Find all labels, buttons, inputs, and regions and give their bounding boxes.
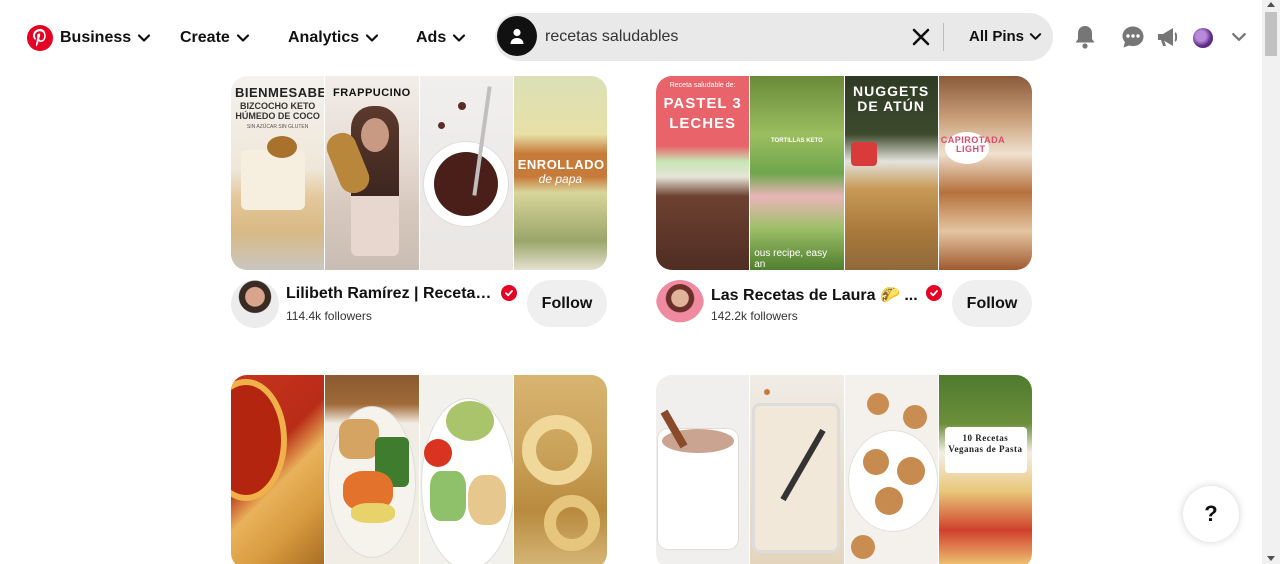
chevron-down-icon: [138, 34, 151, 42]
board-card-info: Las Recetas de Laura 🌮 ... 142.2k follow…: [656, 278, 1032, 338]
pin-caption: NUGGETS DE ATÚN: [853, 83, 930, 115]
pin-note: ous recipe, easy an: [754, 248, 828, 270]
profile-avatar[interactable]: [1193, 28, 1213, 48]
pin-caption: BIENMESABE: [235, 85, 325, 100]
pin-image: ENROLLADO de papa: [513, 76, 607, 270]
clear-search-icon[interactable]: [911, 27, 931, 47]
pin-image: [419, 76, 513, 270]
pin-subcaption: BIZCOCHO KETO HÚMEDO DE COCO: [235, 101, 320, 121]
board-collage[interactable]: 10 Recetas Veganas de Pasta: [656, 375, 1032, 564]
chevron-down-icon: [236, 34, 249, 42]
nav-analytics[interactable]: Analytics: [288, 27, 379, 49]
verified-badge-icon: [926, 285, 942, 301]
board-card[interactable]: Receta saludable de: PASTEL 3 LECHES TOR…: [656, 76, 1032, 338]
follow-button[interactable]: Follow: [527, 280, 607, 327]
pin-caption: ENROLLADO: [517, 157, 605, 172]
pin-image: [750, 375, 844, 564]
pin-image: 10 Recetas Veganas de Pasta: [938, 375, 1032, 564]
board-card[interactable]: BIENMESABE BIZCOCHO KETO HÚMEDO DE COCO …: [231, 76, 607, 338]
pin-image: Receta saludable de: PASTEL 3 LECHES: [656, 76, 750, 270]
pin-image: [231, 375, 325, 564]
pin-subcaption: Receta saludable de:: [669, 82, 736, 89]
megaphone-icon[interactable]: [1155, 24, 1181, 50]
board-card[interactable]: [231, 375, 607, 564]
board-card-info: Lilibeth Ramírez | Recetas... 114.4k fol…: [231, 278, 607, 338]
pin-caption: CAPIROTADA LIGHT: [940, 135, 1006, 154]
pin-image: FRAPPUCINO: [325, 76, 419, 270]
board-collage[interactable]: [231, 375, 607, 564]
accounts-chevron-down-icon[interactable]: [1226, 24, 1252, 50]
top-navigation: Business Create Analytics Ads All Pins: [0, 0, 1262, 76]
search-filter-label: All Pins: [969, 28, 1025, 45]
nav-business[interactable]: Business: [60, 27, 151, 49]
verified-badge-icon: [501, 285, 517, 301]
messages-icon[interactable]: [1120, 24, 1146, 50]
pin-image: CAPIROTADA LIGHT: [938, 76, 1032, 270]
help-button[interactable]: ?: [1183, 486, 1239, 542]
creator-name[interactable]: Lilibeth Ramírez | Recetas...: [286, 285, 496, 303]
search-divider: [943, 23, 944, 51]
search-filter-dropdown[interactable]: All Pins: [969, 28, 1042, 45]
board-collage[interactable]: Receta saludable de: PASTEL 3 LECHES TOR…: [656, 76, 1032, 270]
follow-button[interactable]: Follow: [952, 280, 1032, 327]
nav-create[interactable]: Create: [180, 27, 250, 49]
nav-create-label: Create: [180, 29, 230, 46]
search-bar: All Pins: [495, 13, 1053, 61]
pin-image: TORTILLAS KETO ous recipe, easy an: [750, 76, 844, 270]
search-input[interactable]: [545, 25, 885, 49]
scroll-down-arrow-icon[interactable]: [1267, 556, 1275, 561]
pin-image: BIENMESABE BIZCOCHO KETO HÚMEDO DE COCO …: [231, 76, 325, 270]
scroll-up-arrow-icon[interactable]: [1267, 2, 1275, 7]
creator-avatar[interactable]: [231, 280, 279, 328]
pin-subcaption: de papa: [538, 172, 583, 186]
pin-caption: FRAPPUCINO: [333, 87, 411, 99]
board-collage[interactable]: BIENMESABE BIZCOCHO KETO HÚMEDO DE COCO …: [231, 76, 607, 270]
chevron-down-icon: [1029, 33, 1042, 40]
follower-count: 142.2k followers: [711, 309, 798, 323]
pin-note: SIN AZÚCAR SIN GLUTEN: [246, 124, 309, 130]
creator-name[interactable]: Las Recetas de Laura 🌮 ...: [711, 285, 921, 305]
pin-image: [844, 375, 938, 564]
follower-count: 114.4k followers: [286, 309, 372, 323]
pin-image: NUGGETS DE ATÚN: [844, 76, 938, 270]
creator-avatar[interactable]: [656, 280, 704, 328]
pin-subcaption: TORTILLAS KETO: [770, 138, 823, 144]
nav-business-label: Business: [60, 29, 132, 46]
page-scrollbar[interactable]: [1262, 0, 1280, 564]
nav-ads-label: Ads: [416, 29, 447, 46]
pin-image: [513, 375, 607, 564]
pinterest-logo-icon[interactable]: [27, 25, 53, 51]
chevron-down-icon: [453, 34, 466, 42]
pin-caption: 10 Recetas Veganas de Pasta: [948, 433, 1023, 454]
pin-image: [419, 375, 513, 564]
pin-image: [325, 375, 419, 564]
notifications-icon[interactable]: [1072, 24, 1098, 50]
chevron-down-icon: [366, 34, 379, 42]
board-card[interactable]: 10 Recetas Veganas de Pasta: [656, 375, 1032, 564]
search-scope-user-icon[interactable]: [497, 16, 537, 56]
nav-analytics-label: Analytics: [288, 29, 360, 46]
pin-image: [656, 375, 750, 564]
nav-ads[interactable]: Ads: [416, 27, 466, 49]
scrollbar-thumb[interactable]: [1265, 12, 1277, 56]
pin-caption: PASTEL 3 LECHES: [663, 95, 742, 132]
